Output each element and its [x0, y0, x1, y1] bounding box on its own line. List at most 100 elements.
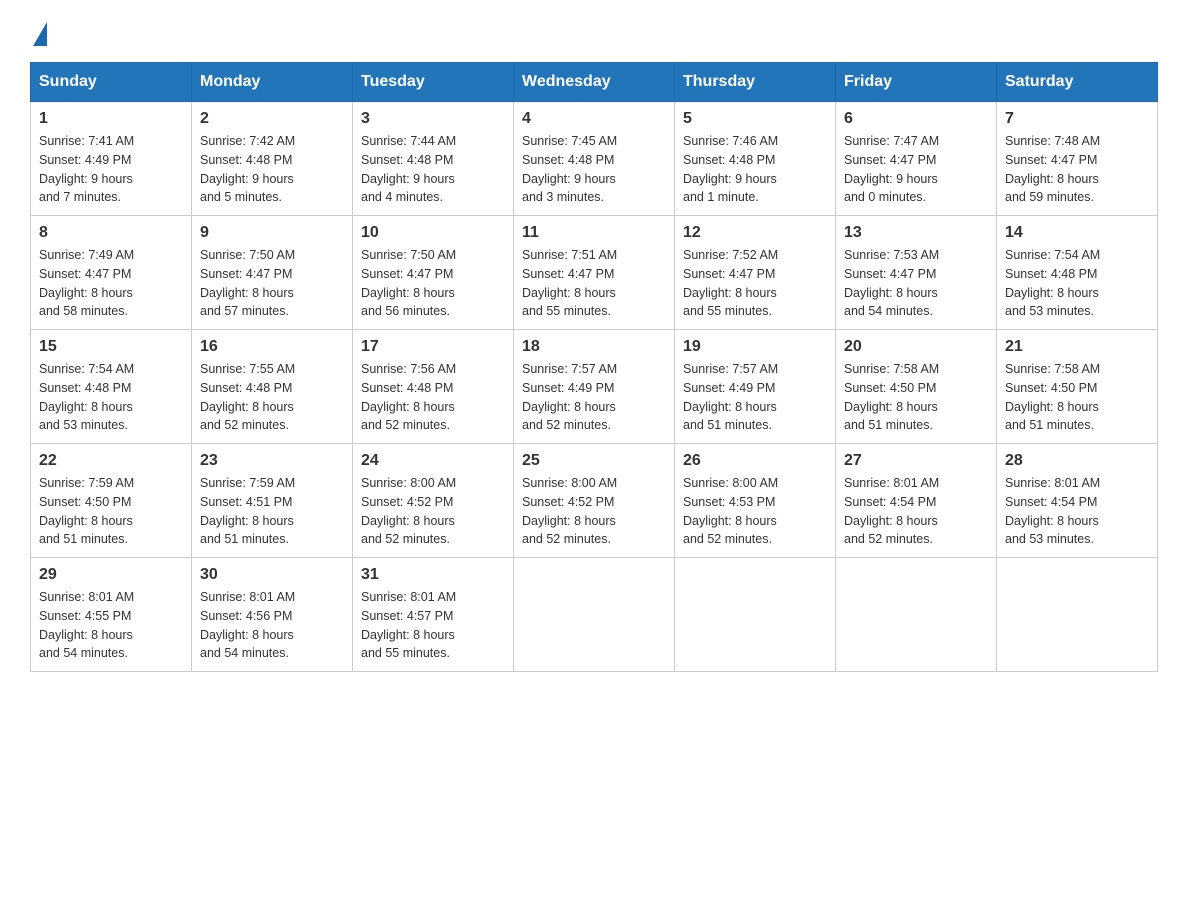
day-info: Sunrise: 8:00 AMSunset: 4:53 PMDaylight:… [683, 474, 827, 549]
calendar-cell [997, 558, 1158, 672]
calendar-cell: 14 Sunrise: 7:54 AMSunset: 4:48 PMDaylig… [997, 216, 1158, 330]
day-number: 24 [361, 452, 505, 470]
day-info: Sunrise: 8:01 AMSunset: 4:54 PMDaylight:… [844, 474, 988, 549]
day-info: Sunrise: 7:51 AMSunset: 4:47 PMDaylight:… [522, 246, 666, 321]
day-info: Sunrise: 7:52 AMSunset: 4:47 PMDaylight:… [683, 246, 827, 321]
day-number: 5 [683, 110, 827, 128]
day-info: Sunrise: 7:50 AMSunset: 4:47 PMDaylight:… [200, 246, 344, 321]
day-number: 1 [39, 110, 183, 128]
day-number: 18 [522, 338, 666, 356]
day-info: Sunrise: 7:57 AMSunset: 4:49 PMDaylight:… [522, 360, 666, 435]
calendar-cell: 5 Sunrise: 7:46 AMSunset: 4:48 PMDayligh… [675, 102, 836, 216]
day-number: 29 [39, 566, 183, 584]
day-info: Sunrise: 7:58 AMSunset: 4:50 PMDaylight:… [1005, 360, 1149, 435]
calendar-cell: 10 Sunrise: 7:50 AMSunset: 4:47 PMDaylig… [353, 216, 514, 330]
day-number: 16 [200, 338, 344, 356]
day-info: Sunrise: 7:58 AMSunset: 4:50 PMDaylight:… [844, 360, 988, 435]
calendar-table: SundayMondayTuesdayWednesdayThursdayFrid… [30, 62, 1158, 672]
day-number: 11 [522, 224, 666, 242]
day-info: Sunrise: 7:44 AMSunset: 4:48 PMDaylight:… [361, 132, 505, 207]
calendar-cell: 3 Sunrise: 7:44 AMSunset: 4:48 PMDayligh… [353, 102, 514, 216]
calendar-cell: 24 Sunrise: 8:00 AMSunset: 4:52 PMDaylig… [353, 444, 514, 558]
day-number: 26 [683, 452, 827, 470]
day-info: Sunrise: 7:54 AMSunset: 4:48 PMDaylight:… [1005, 246, 1149, 321]
day-number: 22 [39, 452, 183, 470]
day-info: Sunrise: 7:59 AMSunset: 4:51 PMDaylight:… [200, 474, 344, 549]
calendar-cell: 13 Sunrise: 7:53 AMSunset: 4:47 PMDaylig… [836, 216, 997, 330]
day-number: 23 [200, 452, 344, 470]
calendar-week-row: 15 Sunrise: 7:54 AMSunset: 4:48 PMDaylig… [31, 330, 1158, 444]
day-number: 6 [844, 110, 988, 128]
day-info: Sunrise: 7:42 AMSunset: 4:48 PMDaylight:… [200, 132, 344, 207]
calendar-cell: 16 Sunrise: 7:55 AMSunset: 4:48 PMDaylig… [192, 330, 353, 444]
calendar-cell: 27 Sunrise: 8:01 AMSunset: 4:54 PMDaylig… [836, 444, 997, 558]
header-tuesday: Tuesday [353, 63, 514, 102]
day-info: Sunrise: 7:48 AMSunset: 4:47 PMDaylight:… [1005, 132, 1149, 207]
calendar-cell: 17 Sunrise: 7:56 AMSunset: 4:48 PMDaylig… [353, 330, 514, 444]
day-info: Sunrise: 7:45 AMSunset: 4:48 PMDaylight:… [522, 132, 666, 207]
calendar-week-row: 29 Sunrise: 8:01 AMSunset: 4:55 PMDaylig… [31, 558, 1158, 672]
day-number: 28 [1005, 452, 1149, 470]
day-number: 7 [1005, 110, 1149, 128]
calendar-cell: 6 Sunrise: 7:47 AMSunset: 4:47 PMDayligh… [836, 102, 997, 216]
calendar-cell: 15 Sunrise: 7:54 AMSunset: 4:48 PMDaylig… [31, 330, 192, 444]
day-number: 31 [361, 566, 505, 584]
calendar-cell: 19 Sunrise: 7:57 AMSunset: 4:49 PMDaylig… [675, 330, 836, 444]
calendar-cell: 11 Sunrise: 7:51 AMSunset: 4:47 PMDaylig… [514, 216, 675, 330]
calendar-cell: 12 Sunrise: 7:52 AMSunset: 4:47 PMDaylig… [675, 216, 836, 330]
day-number: 30 [200, 566, 344, 584]
day-info: Sunrise: 7:41 AMSunset: 4:49 PMDaylight:… [39, 132, 183, 207]
calendar-cell: 21 Sunrise: 7:58 AMSunset: 4:50 PMDaylig… [997, 330, 1158, 444]
day-info: Sunrise: 8:01 AMSunset: 4:55 PMDaylight:… [39, 588, 183, 663]
calendar-cell: 2 Sunrise: 7:42 AMSunset: 4:48 PMDayligh… [192, 102, 353, 216]
day-number: 14 [1005, 224, 1149, 242]
calendar-cell: 7 Sunrise: 7:48 AMSunset: 4:47 PMDayligh… [997, 102, 1158, 216]
header-wednesday: Wednesday [514, 63, 675, 102]
header-friday: Friday [836, 63, 997, 102]
day-number: 13 [844, 224, 988, 242]
calendar-cell: 4 Sunrise: 7:45 AMSunset: 4:48 PMDayligh… [514, 102, 675, 216]
day-info: Sunrise: 7:53 AMSunset: 4:47 PMDaylight:… [844, 246, 988, 321]
day-info: Sunrise: 7:55 AMSunset: 4:48 PMDaylight:… [200, 360, 344, 435]
day-info: Sunrise: 7:56 AMSunset: 4:48 PMDaylight:… [361, 360, 505, 435]
calendar-cell: 25 Sunrise: 8:00 AMSunset: 4:52 PMDaylig… [514, 444, 675, 558]
day-info: Sunrise: 8:00 AMSunset: 4:52 PMDaylight:… [522, 474, 666, 549]
header-thursday: Thursday [675, 63, 836, 102]
day-number: 25 [522, 452, 666, 470]
day-info: Sunrise: 7:59 AMSunset: 4:50 PMDaylight:… [39, 474, 183, 549]
calendar-cell [514, 558, 675, 672]
day-info: Sunrise: 8:01 AMSunset: 4:56 PMDaylight:… [200, 588, 344, 663]
day-number: 3 [361, 110, 505, 128]
day-number: 19 [683, 338, 827, 356]
day-number: 4 [522, 110, 666, 128]
day-info: Sunrise: 8:00 AMSunset: 4:52 PMDaylight:… [361, 474, 505, 549]
day-number: 12 [683, 224, 827, 242]
calendar-header-row: SundayMondayTuesdayWednesdayThursdayFrid… [31, 63, 1158, 102]
calendar-cell: 23 Sunrise: 7:59 AMSunset: 4:51 PMDaylig… [192, 444, 353, 558]
calendar-cell: 26 Sunrise: 8:00 AMSunset: 4:53 PMDaylig… [675, 444, 836, 558]
header-saturday: Saturday [997, 63, 1158, 102]
day-number: 10 [361, 224, 505, 242]
calendar-cell [836, 558, 997, 672]
calendar-cell: 9 Sunrise: 7:50 AMSunset: 4:47 PMDayligh… [192, 216, 353, 330]
calendar-cell: 29 Sunrise: 8:01 AMSunset: 4:55 PMDaylig… [31, 558, 192, 672]
calendar-week-row: 1 Sunrise: 7:41 AMSunset: 4:49 PMDayligh… [31, 102, 1158, 216]
day-number: 2 [200, 110, 344, 128]
day-info: Sunrise: 7:46 AMSunset: 4:48 PMDaylight:… [683, 132, 827, 207]
day-info: Sunrise: 8:01 AMSunset: 4:57 PMDaylight:… [361, 588, 505, 663]
day-number: 20 [844, 338, 988, 356]
calendar-cell: 20 Sunrise: 7:58 AMSunset: 4:50 PMDaylig… [836, 330, 997, 444]
day-number: 9 [200, 224, 344, 242]
day-info: Sunrise: 7:54 AMSunset: 4:48 PMDaylight:… [39, 360, 183, 435]
calendar-cell: 18 Sunrise: 7:57 AMSunset: 4:49 PMDaylig… [514, 330, 675, 444]
day-info: Sunrise: 7:49 AMSunset: 4:47 PMDaylight:… [39, 246, 183, 321]
page-header [30, 20, 1158, 42]
day-info: Sunrise: 7:47 AMSunset: 4:47 PMDaylight:… [844, 132, 988, 207]
day-number: 15 [39, 338, 183, 356]
calendar-cell: 28 Sunrise: 8:01 AMSunset: 4:54 PMDaylig… [997, 444, 1158, 558]
calendar-cell: 8 Sunrise: 7:49 AMSunset: 4:47 PMDayligh… [31, 216, 192, 330]
day-number: 8 [39, 224, 183, 242]
calendar-week-row: 22 Sunrise: 7:59 AMSunset: 4:50 PMDaylig… [31, 444, 1158, 558]
calendar-cell: 31 Sunrise: 8:01 AMSunset: 4:57 PMDaylig… [353, 558, 514, 672]
day-number: 21 [1005, 338, 1149, 356]
